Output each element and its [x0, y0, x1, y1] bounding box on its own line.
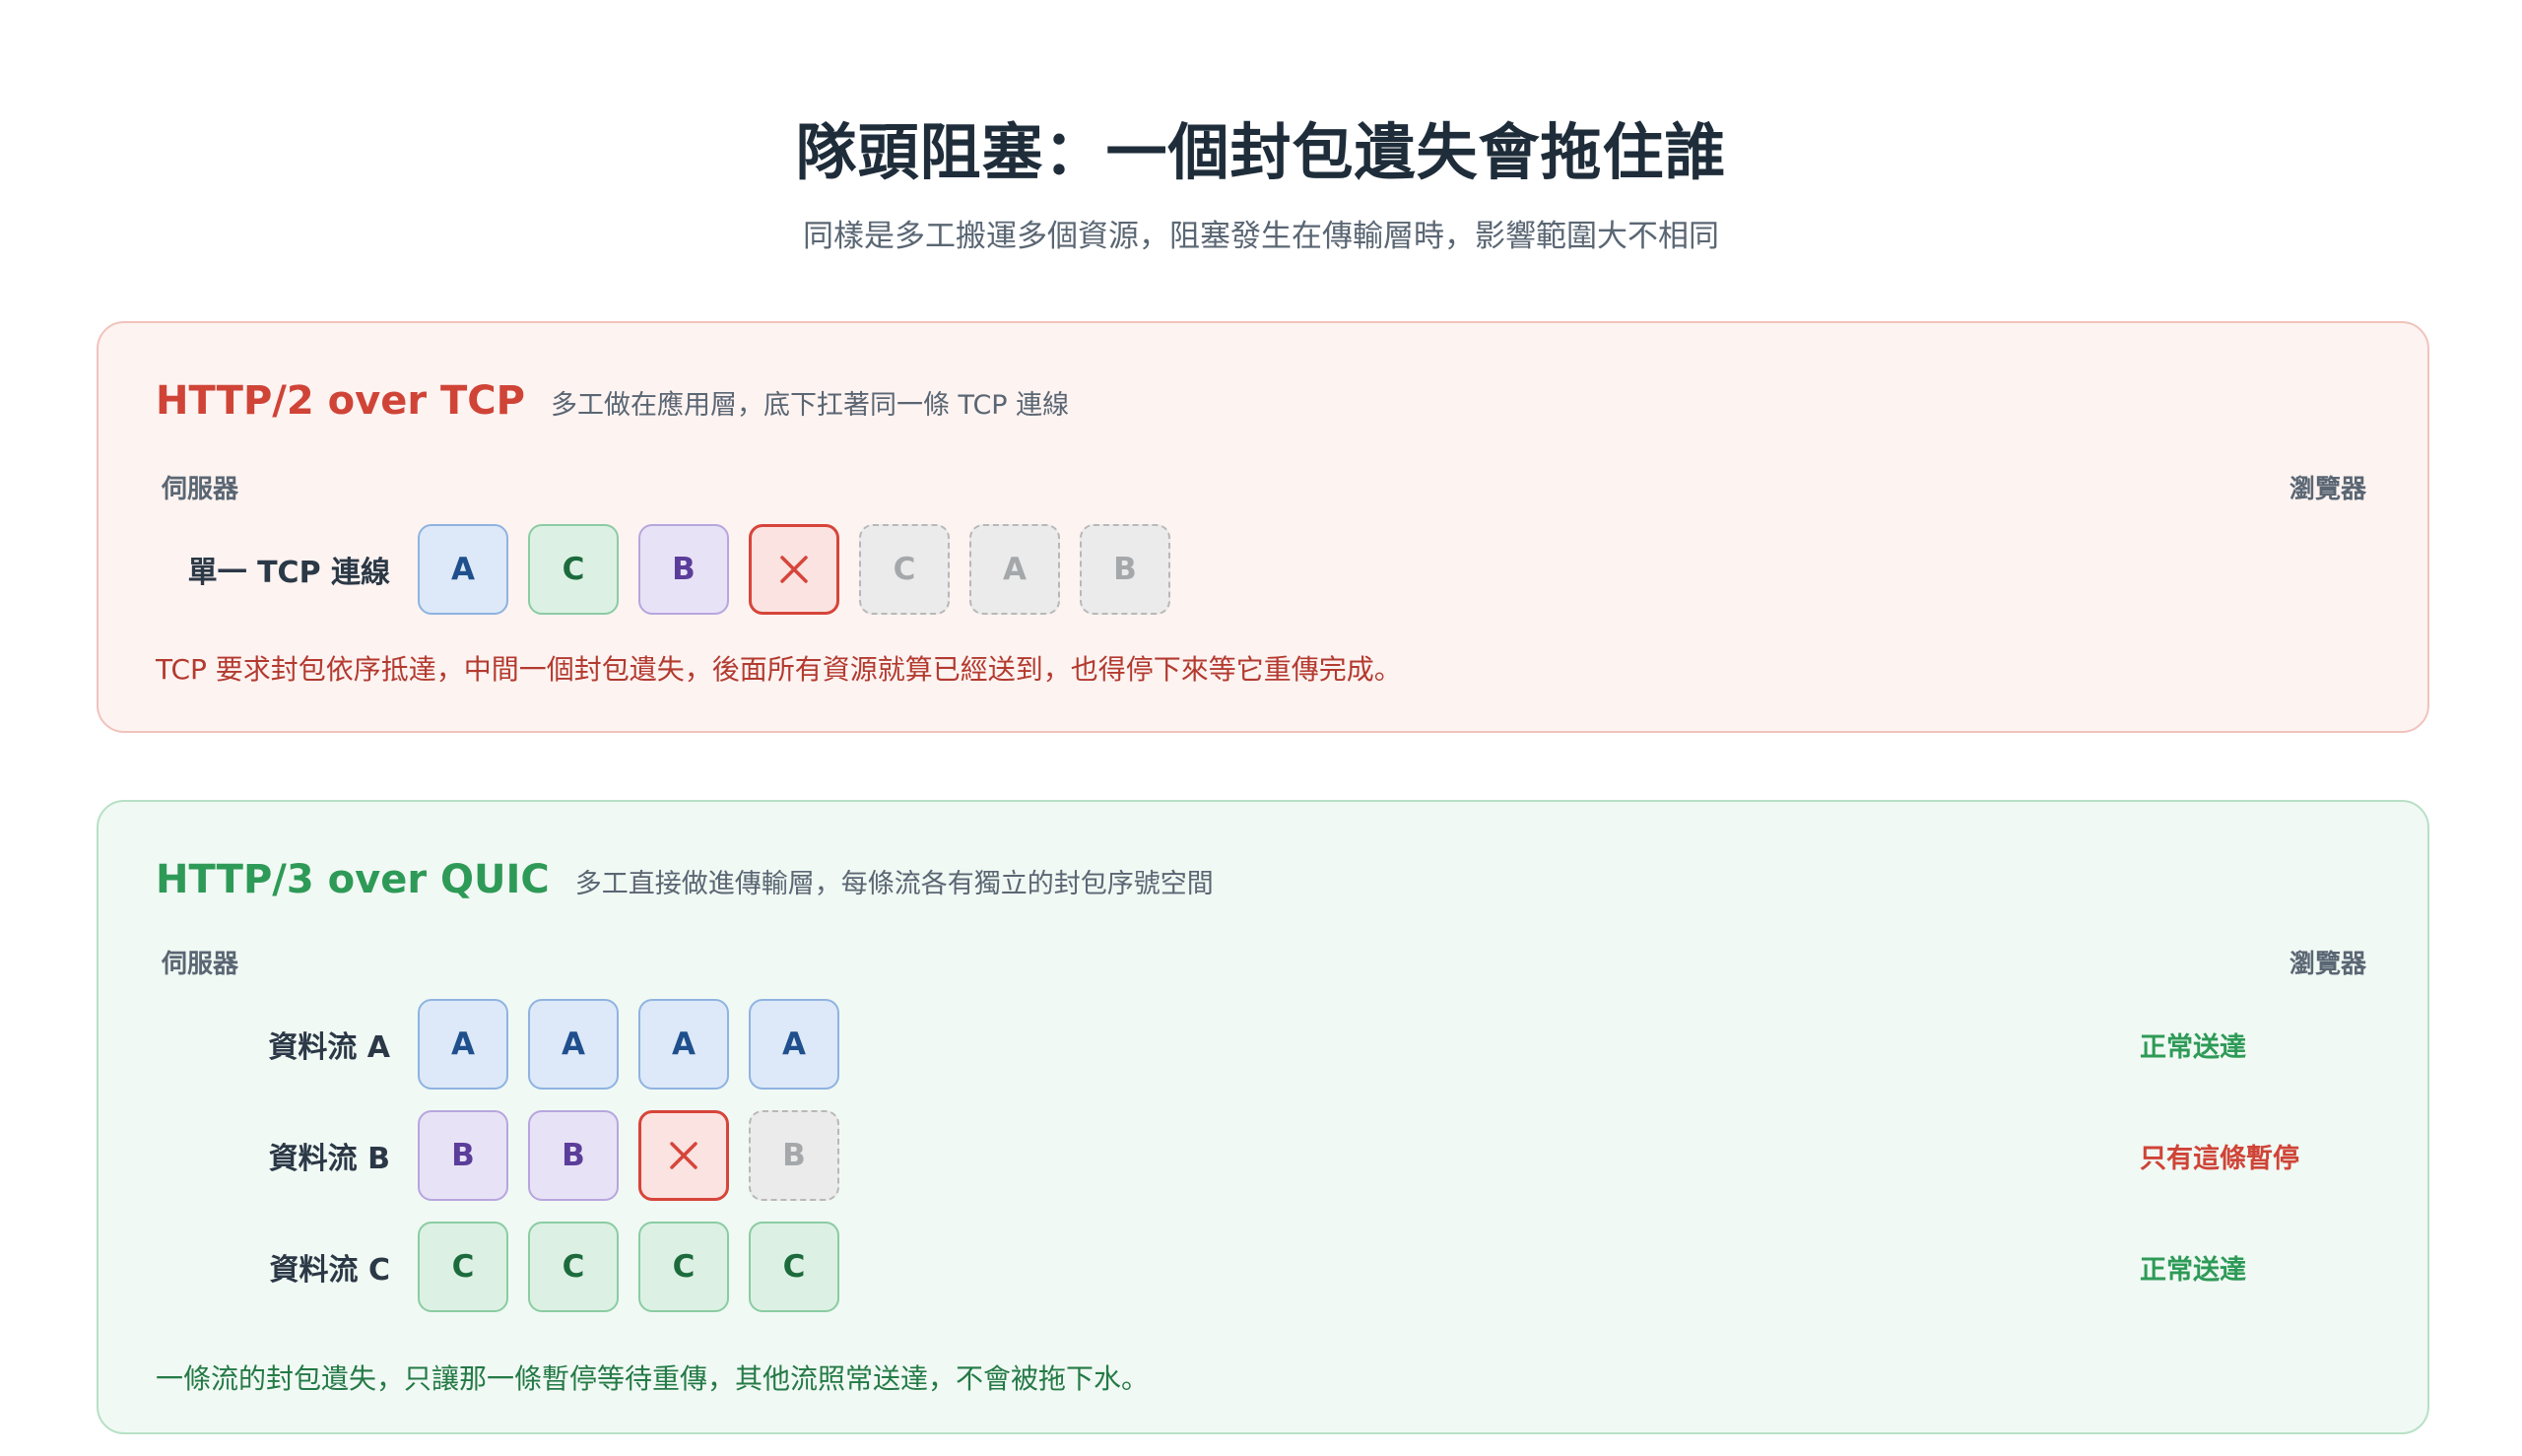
quic-panel-header: HTTP/3 over QUIC 多工直接做進傳輸層，每條流各有獨立的封包序號空… — [156, 857, 1214, 902]
tcp-panel-description: 多工做在應用層，底下扛著同一條 TCP 連線 — [550, 390, 1070, 421]
stream-c-label: 資料流 C — [269, 1253, 390, 1288]
page-title: 隊頭阻塞：一個封包遺失會拖住誰 — [795, 116, 1727, 188]
packet-a: A — [418, 999, 508, 1090]
stream-c-packets: CCCC — [418, 1222, 839, 1312]
tcp-panel-title: HTTP/2 over TCP — [156, 378, 525, 424]
stream-c-status: 正常送達 — [2140, 1254, 2246, 1286]
waiting-packet-c: C — [859, 524, 950, 615]
packet-c: C — [528, 524, 619, 615]
http3-quic-panel: HTTP/3 over QUIC 多工直接做進傳輸層，每條流各有獨立的封包序號空… — [97, 800, 2429, 1434]
tcp-connection-row: 單一 TCP 連線 ACBCAB — [99, 524, 2427, 615]
quic-panel-description: 多工直接做進傳輸層，每條流各有獨立的封包序號空間 — [574, 869, 1214, 899]
tcp-packet-sequence: ACBCAB — [418, 524, 1170, 615]
stream-a-packets: AAAA — [418, 999, 839, 1090]
close-icon — [670, 1142, 697, 1169]
quic-stream-row-c: 資料流 C CCCC 正常送達 — [99, 1222, 2427, 1312]
tcp-browser-label: 瀏覽器 — [2289, 475, 2366, 504]
packet-b: B — [418, 1110, 508, 1201]
packet-c: C — [418, 1222, 508, 1312]
packet-c: C — [749, 1222, 839, 1312]
close-icon — [780, 556, 808, 583]
packet-a: A — [749, 999, 839, 1090]
stream-b-packets: BBB — [418, 1110, 839, 1201]
tcp-note: TCP 要求封包依序抵達，中間一個封包遺失，後面所有資源就算已經送到，也得停下來… — [156, 653, 1402, 686]
tcp-server-label: 伺服器 — [162, 475, 239, 504]
stream-b-label: 資料流 B — [268, 1142, 390, 1176]
quic-note: 一條流的封包遺失，只讓那一條暫停等待重傳，其他流照常送達，不會被拖下水。 — [156, 1362, 1150, 1395]
packet-a: A — [418, 524, 508, 615]
quic-server-label: 伺服器 — [162, 950, 239, 979]
tcp-panel-header: HTTP/2 over TCP 多工做在應用層，底下扛著同一條 TCP 連線 — [156, 378, 1069, 424]
tcp-row-label: 單一 TCP 連線 — [187, 556, 390, 590]
packet-b: B — [638, 524, 729, 615]
packet-c: C — [528, 1222, 619, 1312]
quic-stream-row-b: 資料流 B BBB 只有這條暫停 — [99, 1110, 2427, 1201]
page-subtitle: 同樣是多工搬運多個資源，阻塞發生在傳輸層時，影響範圍大不相同 — [803, 219, 1719, 254]
quic-browser-label: 瀏覽器 — [2289, 950, 2366, 979]
packet-a: A — [638, 999, 729, 1090]
quic-stream-row-a: 資料流 A AAAA 正常送達 — [99, 999, 2427, 1090]
waiting-packet-b: B — [1080, 524, 1170, 615]
http2-tcp-panel: HTTP/2 over TCP 多工做在應用層，底下扛著同一條 TCP 連線 伺… — [97, 321, 2429, 733]
packet-a: A — [528, 999, 619, 1090]
quic-panel-title: HTTP/3 over QUIC — [156, 857, 550, 902]
waiting-packet-a: A — [969, 524, 1060, 615]
packet-b: B — [528, 1110, 619, 1201]
stream-b-status: 只有這條暫停 — [2140, 1143, 2299, 1174]
waiting-packet-b: B — [749, 1110, 839, 1201]
stream-a-label: 資料流 A — [268, 1030, 390, 1065]
lost-packet — [749, 524, 839, 615]
stream-a-status: 正常送達 — [2140, 1031, 2246, 1063]
lost-packet — [638, 1110, 729, 1201]
packet-c: C — [638, 1222, 729, 1312]
